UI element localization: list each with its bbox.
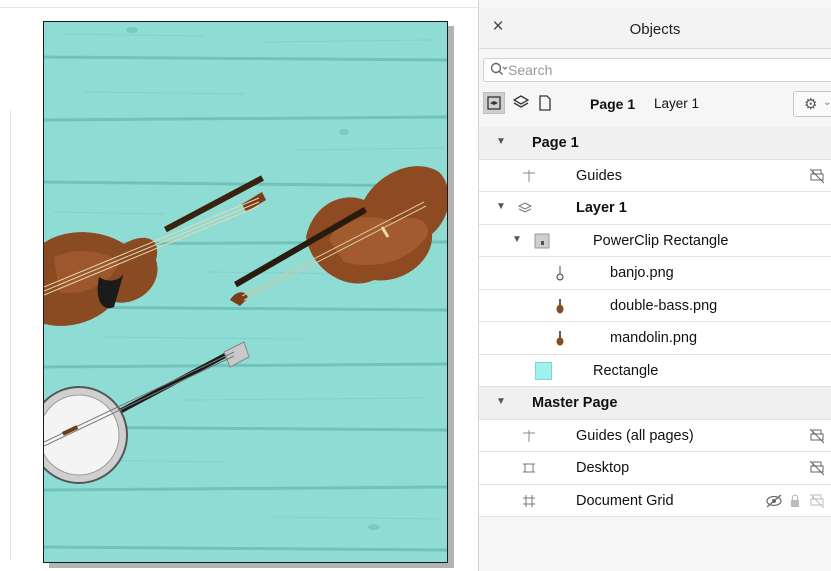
expand-triangle-icon[interactable]: ▼ — [496, 136, 506, 147]
layers-view-button[interactable] — [510, 92, 532, 114]
tree-row-guides[interactable]: Guides — [479, 159, 831, 192]
search-input[interactable] — [508, 60, 818, 80]
double-bass-thumbnail-icon — [556, 298, 564, 313]
mandolin-image — [44, 175, 266, 326]
layer-icon — [517, 202, 533, 213]
print-disabled-icon[interactable] — [809, 493, 825, 509]
tree-row-page1[interactable]: ▼ Page 1 — [479, 127, 831, 160]
tree-label: PowerClip Rectangle — [593, 232, 729, 249]
page-icon — [539, 95, 551, 111]
tree-label: Page 1 — [532, 135, 579, 151]
expand-triangle-icon[interactable]: ▼ — [512, 234, 522, 245]
current-layer-label: Layer 1 — [654, 96, 700, 111]
print-disabled-icon[interactable] — [809, 168, 825, 184]
grid-icon — [523, 494, 535, 507]
tree-label: Rectangle — [593, 362, 659, 379]
tree-label: double-bass.png — [610, 297, 718, 314]
tree-label: Document Grid — [576, 492, 674, 509]
tree-row-desktop[interactable]: Desktop — [479, 452, 831, 485]
layers-icon — [513, 95, 529, 108]
page-layers-icon — [487, 96, 501, 110]
options-button[interactable]: ⚙ ⌄ — [793, 91, 831, 117]
print-disabled-icon[interactable] — [809, 428, 825, 444]
tree-row-master-page[interactable]: ▼ Master Page — [479, 387, 831, 420]
tree-label: mandolin.png — [610, 330, 698, 346]
panel-header: × Objects — [479, 8, 831, 49]
guides-icon — [523, 169, 535, 182]
banjo-thumbnail-icon — [556, 266, 564, 281]
guides-icon — [523, 429, 535, 442]
objects-panel: × Objects Page 1 Laye — [479, 0, 831, 571]
canvas-left-guide — [10, 110, 11, 560]
page-only-button[interactable] — [535, 92, 557, 114]
tree-label: banjo.png — [610, 265, 674, 281]
drawing-canvas[interactable] — [0, 0, 478, 571]
page-view-button[interactable] — [483, 92, 505, 114]
tree-row-rectangle[interactable]: Rectangle — [479, 354, 831, 387]
current-page-label: Page 1 — [590, 96, 636, 112]
search-box[interactable] — [483, 58, 831, 82]
tree-label: Desktop — [576, 460, 630, 476]
tree-label: Master Page — [532, 395, 618, 411]
double-bass-image — [230, 166, 447, 306]
expand-triangle-icon[interactable]: ▼ — [496, 396, 506, 407]
mandolin-thumbnail-icon — [556, 331, 564, 346]
tree-row-layer1[interactable]: ▼ Layer 1 — [479, 192, 831, 225]
tree-label: Guides (all pages) — [576, 427, 694, 444]
print-disabled-icon[interactable] — [809, 460, 825, 476]
tree-label: Layer 1 — [576, 200, 627, 216]
page-artwork — [44, 27, 447, 552]
tree-row-mandolin[interactable]: mandolin.png — [479, 322, 831, 355]
objects-toolbar: Page 1 Layer 1 ⚙ ⌄ — [479, 88, 831, 122]
gear-icon: ⚙ — [804, 96, 818, 113]
tree-row-double-bass[interactable]: double-bass.png — [479, 289, 831, 322]
document-page[interactable] — [43, 21, 448, 563]
lock-icon[interactable] — [789, 493, 801, 509]
tree-row-guides-all[interactable]: Guides (all pages) — [479, 419, 831, 452]
panel-title: Objects — [629, 21, 681, 38]
chevron-down-icon: ⌄ — [823, 97, 831, 108]
tree-row-powerclip[interactable]: ▼ PowerClip Rectangle — [479, 224, 831, 257]
powerclip-icon — [534, 233, 550, 248]
expand-triangle-icon[interactable]: ▼ — [496, 201, 506, 212]
search-icon — [490, 62, 508, 76]
object-tree: ▼ Page 1 Guides ▼ Layer 1 ▼ PowerClip Re… — [479, 127, 831, 517]
canvas-top-edge — [0, 7, 478, 8]
hidden-eye-icon[interactable] — [765, 493, 783, 509]
tree-label: Guides — [576, 167, 622, 184]
tree-row-banjo[interactable]: banjo.png — [479, 257, 831, 290]
tree-row-document-grid[interactable]: Document Grid — [479, 484, 831, 517]
rectangle-swatch-icon — [535, 361, 552, 380]
desktop-icon — [523, 463, 535, 473]
